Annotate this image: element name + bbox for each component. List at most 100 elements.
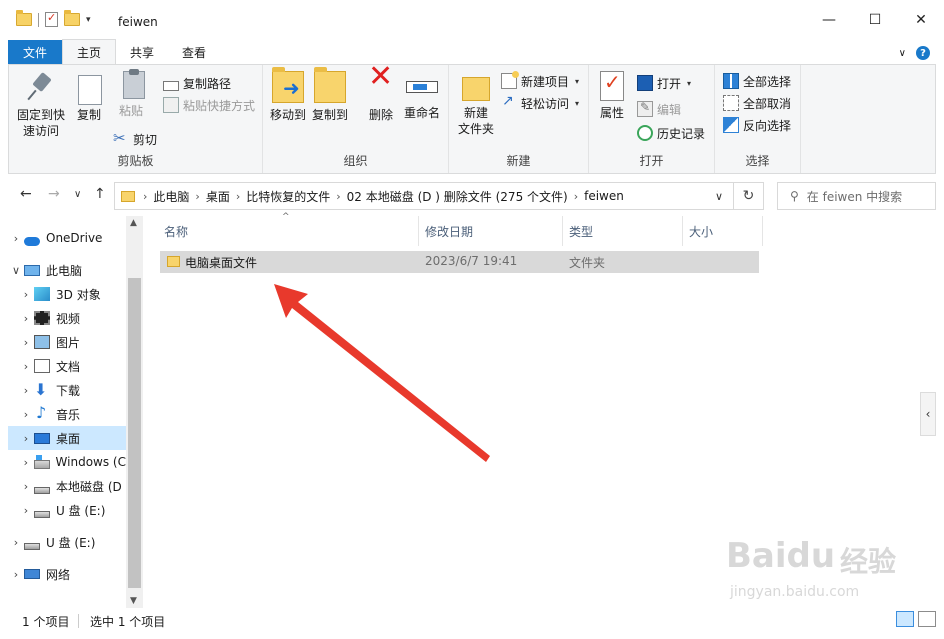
breadcrumb-recovered[interactable]: 比特恢复的文件	[240, 188, 336, 205]
back-arrow-icon[interactable]: ←	[20, 186, 32, 202]
column-header-name[interactable]: 名称	[158, 216, 419, 246]
large-icons-view-button[interactable]	[918, 611, 936, 627]
address-dropdown-icon[interactable]: ∨	[715, 190, 723, 203]
cut-button[interactable]: 剪切	[113, 129, 157, 149]
invert-selection-icon	[723, 117, 739, 133]
history-button[interactable]: 历史记录	[637, 123, 705, 143]
properties-icon[interactable]	[45, 11, 58, 27]
breadcrumb-feiwen[interactable]: feiwen	[578, 189, 630, 203]
tab-view[interactable]: 查看	[168, 40, 220, 64]
paste-shortcut-button[interactable]: 粘贴快捷方式	[163, 95, 255, 115]
expand-chevron-icon[interactable]: ›	[18, 504, 34, 517]
file-type: 文件夹	[569, 256, 606, 270]
nav-item-local-disk-d[interactable]: › 本地磁盘 (D	[8, 474, 126, 498]
expand-chevron-icon[interactable]: ›	[8, 232, 24, 245]
properties-button[interactable]: 属性	[595, 71, 629, 121]
breadcrumb-deleted-files[interactable]: 02 本地磁盘 (D ) 删除文件 (275 个文件)	[341, 188, 574, 205]
nav-item-usb-e-child[interactable]: › U 盘 (E:)	[8, 498, 126, 522]
picture-icon	[34, 335, 50, 349]
details-view-button[interactable]	[896, 611, 914, 627]
nav-item-desktop[interactable]: › 桌面	[8, 426, 126, 450]
tab-home[interactable]: 主页	[62, 39, 117, 64]
table-row[interactable]: 电脑桌面文件 2023/6/7 19:41 文件夹	[160, 251, 759, 273]
nav-item-network[interactable]: › 网络	[8, 562, 126, 586]
nav-item-music[interactable]: › 音乐	[8, 402, 126, 426]
scroll-down-icon[interactable]: ▼	[130, 596, 137, 606]
easy-access-button[interactable]: 轻松访问 ▾	[501, 93, 579, 113]
column-header-modified[interactable]: 修改日期	[419, 216, 563, 246]
scissors-icon	[113, 129, 129, 147]
nav-item-usb-e[interactable]: › U 盘 (E:)	[8, 530, 126, 554]
arrow-shape	[274, 284, 490, 462]
delete-button[interactable]: 删除	[363, 69, 399, 123]
refresh-icon[interactable]: ↻	[733, 183, 763, 209]
expand-chevron-icon[interactable]: ›	[18, 360, 34, 373]
address-bar[interactable]: › 此电脑 › 桌面 › 比特恢复的文件 › 02 本地磁盘 (D ) 删除文件…	[114, 182, 764, 210]
nav-item-downloads[interactable]: › 下载	[8, 378, 126, 402]
close-button[interactable]: ✕	[898, 0, 944, 40]
qat-dropdown-icon[interactable]: ▾	[86, 15, 91, 25]
new-folder-icon[interactable]	[64, 10, 80, 26]
pin-quick-access-button[interactable]: 固定到快 速访问	[15, 71, 67, 139]
select-none-button[interactable]: 全部取消	[723, 93, 791, 113]
nav-item-this-pc[interactable]: ∨ 此电脑	[8, 258, 126, 282]
column-header-type[interactable]: 类型	[563, 216, 683, 246]
expand-chevron-icon[interactable]: ›	[18, 432, 34, 445]
copy-button[interactable]: 复制	[71, 71, 107, 123]
nav-item-documents[interactable]: › 文档	[8, 354, 126, 378]
select-none-icon	[723, 95, 739, 111]
help-icon[interactable]: ?	[916, 46, 930, 60]
expand-chevron-icon[interactable]: ›	[18, 408, 34, 421]
rename-button[interactable]: 重命名	[401, 71, 443, 121]
nav-item-videos[interactable]: › 视频	[8, 306, 126, 330]
help-area: ∨ ?	[899, 46, 930, 60]
nav-item-3d-objects[interactable]: › 3D 对象	[8, 282, 126, 306]
folder-icon	[16, 10, 32, 26]
search-input[interactable]: ⚲ 在 feiwen 中搜索	[777, 182, 936, 210]
minimize-button[interactable]: —	[806, 0, 852, 40]
copy-to-button[interactable]: 复制到	[309, 67, 351, 123]
nav-item-onedrive[interactable]: › OneDrive	[8, 226, 126, 250]
breadcrumb-this-pc[interactable]: 此电脑	[147, 188, 195, 205]
nav-item-pictures[interactable]: › 图片	[8, 330, 126, 354]
invert-selection-button[interactable]: 反向选择	[723, 115, 791, 135]
expand-chevron-icon[interactable]: ›	[8, 568, 24, 581]
up-arrow-icon[interactable]: ↑	[94, 186, 106, 202]
expand-chevron-icon[interactable]: ›	[18, 480, 34, 493]
collapse-chevron-icon[interactable]: ∨	[8, 264, 24, 277]
edit-button[interactable]: 编辑	[637, 99, 681, 119]
pin-icon	[25, 71, 57, 103]
move-to-button[interactable]: 移动到	[267, 67, 309, 123]
expand-chevron-icon[interactable]: ›	[18, 384, 34, 397]
file-modified: 2023/6/7 19:41	[425, 254, 518, 268]
quick-access-toolbar: ▾	[16, 10, 91, 27]
expand-chevron-icon[interactable]: ›	[18, 456, 34, 469]
paste-button[interactable]: 粘贴	[113, 69, 149, 119]
maximize-button[interactable]: ☐	[852, 0, 898, 40]
expand-chevron-icon[interactable]: ›	[8, 536, 24, 549]
copy-path-button[interactable]: 复制路径	[163, 73, 231, 93]
collapse-ribbon-icon[interactable]: ∨	[899, 48, 906, 59]
open-button[interactable]: 打开 ▾	[637, 73, 691, 93]
column-header-size[interactable]: 大小	[683, 216, 763, 246]
selected-count: 选中 1 个项目	[90, 615, 166, 629]
details-pane-handle[interactable]: ‹	[920, 392, 936, 436]
scroll-up-icon[interactable]: ▲	[130, 218, 137, 228]
nav-pane-scrollbar[interactable]: ▲ ▼	[126, 216, 143, 608]
tab-share[interactable]: 共享	[116, 40, 168, 64]
navigation-pane: › OneDrive ∨ 此电脑 › 3D 对象 › 视频 › 图片 › 文档 …	[8, 216, 126, 606]
recent-locations-icon[interactable]: ∨	[74, 189, 81, 200]
breadcrumb-desktop[interactable]: 桌面	[200, 188, 236, 205]
expand-chevron-icon[interactable]: ›	[18, 312, 34, 325]
select-all-icon	[723, 73, 739, 89]
tab-file[interactable]: 文件	[8, 40, 62, 64]
new-item-button[interactable]: 新建项目 ▾	[501, 71, 579, 91]
expand-chevron-icon[interactable]: ›	[18, 336, 34, 349]
scroll-thumb[interactable]	[128, 278, 141, 588]
expand-chevron-icon[interactable]: ›	[18, 288, 34, 301]
new-folder-button[interactable]: 新建 文件夹	[455, 71, 497, 137]
forward-arrow-icon[interactable]: →	[48, 186, 60, 202]
nav-item-windows-c[interactable]: › Windows (C	[8, 450, 126, 474]
rename-icon	[406, 81, 438, 93]
select-all-button[interactable]: 全部选择	[723, 71, 791, 91]
